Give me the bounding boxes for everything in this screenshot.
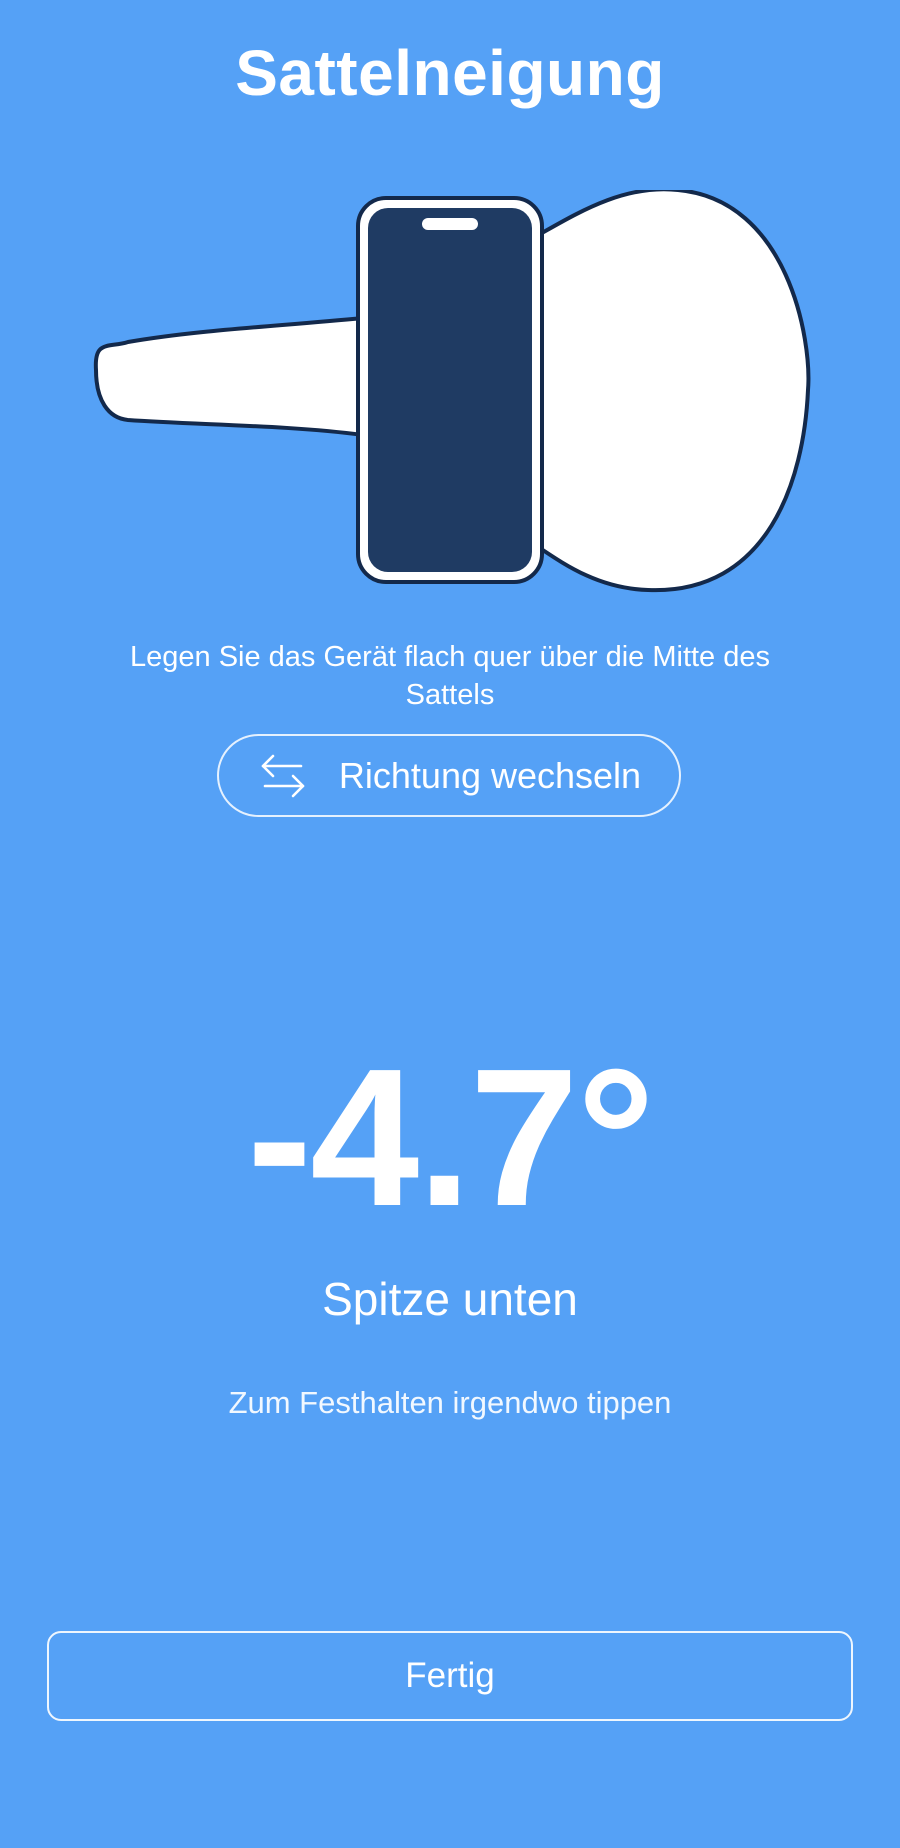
instruction-text: Legen Sie das Gerät flach quer über die … [130,641,770,711]
tilt-angle-value: -4.7° [246,1028,655,1247]
swap-arrows-icon [261,754,305,797]
hold-hint-text: Zum Festhalten irgendwo tippen [228,1385,672,1420]
phone-screen [368,208,532,572]
page-title: Sattelneigung [235,37,665,109]
tilt-direction-label: Spitze unten [322,1273,578,1325]
saddle-illustration [93,190,811,593]
swap-direction-button[interactable]: Richtung wechseln [217,734,681,817]
done-button[interactable]: Fertig [47,1631,853,1721]
phone-notch [422,218,478,230]
swap-direction-label: Richtung wechseln [338,754,642,796]
saddle-tilt-screen[interactable]: Sattelneigung Legen Sie das Gerät flach … [0,0,900,1848]
